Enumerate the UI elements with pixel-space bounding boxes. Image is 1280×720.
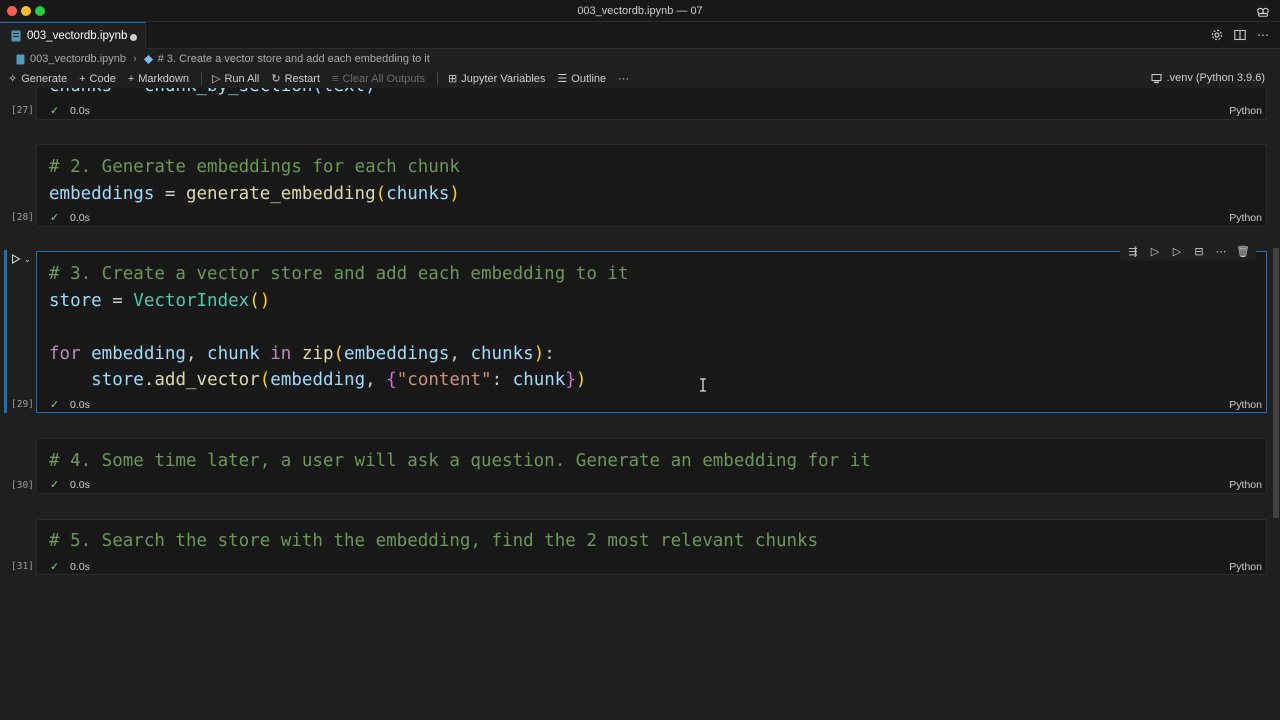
title-bar: 003_vectordb.ipynb — 07 (0, 0, 1280, 22)
execution-count: [27] (11, 105, 34, 116)
breadcrumb-file[interactable]: 003_vectordb.ipynb (30, 53, 126, 65)
notebook-file-icon (11, 30, 21, 42)
execution-count: [30] (11, 480, 34, 491)
cell-language[interactable]: Python (1229, 479, 1262, 491)
run-icon[interactable] (11, 254, 21, 264)
vertical-scrollbar[interactable] (1272, 88, 1280, 720)
toolbar-more-button[interactable]: ··· (618, 73, 629, 85)
code-cell[interactable]: # 5. Search the store with the embedding… (36, 519, 1267, 575)
plus-icon: + (127, 72, 135, 85)
sparkle-icon: ✧ (8, 73, 18, 85)
cell-more-icon[interactable]: ⋯ (1214, 244, 1228, 258)
cell-run-control[interactable]: ⌄ (11, 254, 31, 264)
toolbar-divider (201, 72, 203, 85)
chevron-down-icon[interactable]: ⌄ (24, 255, 31, 264)
restart-button[interactable]: ↻ Restart (271, 72, 320, 86)
text-cursor-icon (700, 378, 706, 392)
scrollbar-thumb[interactable] (1273, 248, 1279, 518)
execute-above-icon[interactable]: ▷ (1148, 244, 1162, 258)
code-cell[interactable]: # 4. Some time later, a user will ask a … (36, 438, 1267, 494)
cell-language[interactable]: Python (1229, 212, 1262, 224)
delete-cell-icon[interactable]: 🗑 (1236, 244, 1250, 258)
active-cell-indicator (4, 250, 7, 413)
run-all-icon: ▷ (212, 73, 221, 85)
window-title: 003_vectordb.ipynb — 07 (577, 5, 703, 17)
unsaved-dot-icon[interactable] (130, 34, 137, 41)
variables-icon: ⊞ (448, 73, 458, 85)
split-cell-icon[interactable]: ⊟ (1192, 244, 1206, 258)
plus-icon: + (79, 72, 86, 85)
cell-status: ✓ 0.0s Python (50, 105, 1262, 117)
cell-code[interactable]: # 5. Search the store with the embedding… (49, 528, 818, 555)
execution-count: [28] (11, 212, 34, 223)
tab-notebook[interactable]: 003_vectordb.ipynb (0, 22, 146, 49)
notebook-toolbar: ✧ Generate + Code + Markdown ▷ Run All ↻ Rest… (0, 69, 1280, 88)
notebook-file-icon (16, 54, 25, 64)
clear-outputs-button[interactable]: ≡ Clear All Outputs (332, 73, 425, 85)
notebook-editor[interactable]: chunks = chunk_by_section(text) ✓ 0.0s P… (0, 88, 1272, 720)
add-markdown-button[interactable]: + Markdown (128, 73, 189, 85)
check-icon: ✓ (50, 561, 60, 573)
jupyter-variables-button[interactable]: ⊞ Jupyter Variables (448, 72, 545, 86)
copilot-icon[interactable] (1256, 4, 1270, 18)
cell-status: ✓ 0.0s Python (50, 212, 1262, 224)
cell-status: ✓ 0.0s Python (50, 399, 1262, 411)
cell-code[interactable]: chunks = chunk_by_section(text) (49, 88, 376, 100)
kernel-picker[interactable]: .venv (Python 3.9.6) (1151, 72, 1265, 84)
code-cell[interactable]: chunks = chunk_by_section(text) ✓ 0.0s P… (36, 88, 1267, 120)
clear-all-icon: ≡ (332, 72, 339, 85)
check-icon: ✓ (50, 399, 60, 411)
cell-language[interactable]: Python (1229, 105, 1262, 117)
tab-bar: 003_vectordb.ipynb ⋯ (0, 22, 1280, 49)
breadcrumb-section[interactable]: # 3. Create a vector store and add each … (158, 53, 430, 65)
kernel-icon (1151, 73, 1162, 83)
breadcrumb-separator-icon: › (133, 53, 137, 65)
cell-status: ✓ 0.0s Python (50, 561, 1262, 573)
cell-toolbar: ⇶ ▷ ▷ ⊟ ⋯ 🗑 (1120, 241, 1256, 261)
outline-button[interactable]: ☰ Outline (557, 72, 606, 86)
toolbar-divider (437, 72, 438, 85)
generate-button[interactable]: ✧ Generate (8, 72, 67, 86)
add-code-button[interactable]: + Code (79, 73, 116, 85)
cell-code[interactable]: # 4. Some time later, a user will ask a … (49, 448, 871, 475)
more-actions-icon[interactable]: ⋯ (1256, 28, 1270, 42)
split-editor-icon[interactable] (1233, 28, 1247, 42)
breadcrumb: 003_vectordb.ipynb › # 3. Create a vecto… (0, 49, 1280, 69)
cell-language[interactable]: Python (1229, 561, 1262, 573)
code-cell-active[interactable]: ⇶ ▷ ▷ ⊟ ⋯ 🗑 # 3. Create a vector store a… (36, 241, 1267, 413)
cell-status: ✓ 0.0s Python (50, 479, 1262, 491)
cell-language[interactable]: Python (1229, 399, 1262, 411)
outline-icon: ☰ (557, 73, 568, 85)
check-icon: ✓ (50, 105, 60, 117)
check-icon: ✓ (50, 479, 60, 491)
restart-icon: ↻ (271, 73, 281, 85)
execution-count: [29] (11, 399, 34, 410)
check-icon: ✓ (50, 212, 60, 224)
run-all-button[interactable]: ▷ Run All (212, 72, 259, 86)
code-cell-icon (143, 54, 153, 64)
settings-icon[interactable] (1210, 28, 1224, 42)
cell-code[interactable]: # 2. Generate embeddings for each chunk … (49, 154, 460, 207)
cell-code[interactable]: # 3. Create a vector store and add each … (49, 261, 628, 394)
execute-below-icon[interactable]: ▷ (1170, 244, 1184, 258)
execution-count: [31] (11, 561, 34, 572)
tab-label: 003_vectordb.ipynb (27, 30, 128, 42)
run-by-line-icon[interactable]: ⇶ (1126, 244, 1140, 258)
code-cell[interactable]: # 2. Generate embeddings for each chunk … (36, 144, 1267, 227)
